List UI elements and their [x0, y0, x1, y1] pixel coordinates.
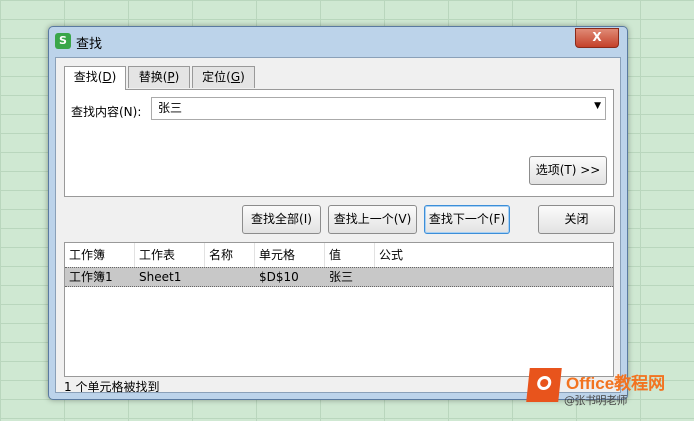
office-watermark: Office教程网 @张书明老师: [526, 368, 694, 418]
result-row[interactable]: 工作簿1 Sheet1 $D$10 张三: [65, 267, 613, 287]
dialog-body: 查找(D) 替换(P) 定位(G) 查找内容(N): ▼ 选项(T) >> 查找…: [55, 57, 621, 394]
column-header-workbook[interactable]: 工作簿: [65, 243, 135, 267]
find-all-button[interactable]: 查找全部(I): [242, 205, 321, 234]
window-close-button[interactable]: X: [575, 28, 619, 48]
column-header-name[interactable]: 名称: [205, 243, 255, 267]
dialog-title: 查找: [76, 37, 103, 52]
find-dialog: S 查找 X 查找(D) 替换(P) 定位(G) 查找内容(N): ▼ 选项(T…: [48, 26, 628, 400]
watermark-overlay-text: @张书明老师: [564, 394, 628, 407]
results-header: 工作簿 工作表 名称 单元格 值 公式: [65, 243, 613, 267]
wps-app-icon: S: [55, 33, 71, 49]
office-logo-icon: [526, 368, 562, 402]
watermark-brand: Office教程网: [566, 374, 666, 393]
dropdown-arrow-icon[interactable]: ▼: [594, 101, 601, 111]
cell-sheet: Sheet1: [139, 270, 182, 284]
column-header-value[interactable]: 值: [325, 243, 375, 267]
find-tab-panel: 查找内容(N): ▼ 选项(T) >>: [64, 89, 614, 197]
tab-replace[interactable]: 替换(P): [128, 66, 190, 88]
results-list[interactable]: 工作簿 工作表 名称 单元格 值 公式 工作簿1 Sheet1 $D$10 张三: [64, 242, 614, 377]
cell-address: $D$10: [259, 270, 299, 284]
column-header-sheet[interactable]: 工作表: [135, 243, 205, 267]
cell-value: 张三: [329, 270, 354, 284]
tab-find[interactable]: 查找(D): [64, 66, 126, 90]
cell-workbook: 工作簿1: [69, 270, 113, 284]
options-button[interactable]: 选项(T) >>: [529, 156, 607, 185]
title-bar[interactable]: S 查找 X: [49, 27, 627, 55]
find-what-combo[interactable]: ▼: [151, 97, 606, 120]
status-text: 1 个单元格被找到: [64, 380, 160, 394]
close-button[interactable]: 关闭: [538, 205, 615, 234]
tab-goto[interactable]: 定位(G): [192, 66, 255, 88]
find-next-button[interactable]: 查找下一个(F): [424, 205, 510, 234]
find-previous-button[interactable]: 查找上一个(V): [328, 205, 417, 234]
find-what-label: 查找内容(N):: [71, 105, 142, 119]
column-header-formula[interactable]: 公式: [375, 243, 613, 267]
column-header-cell[interactable]: 单元格: [255, 243, 325, 267]
find-what-input[interactable]: [152, 98, 584, 117]
